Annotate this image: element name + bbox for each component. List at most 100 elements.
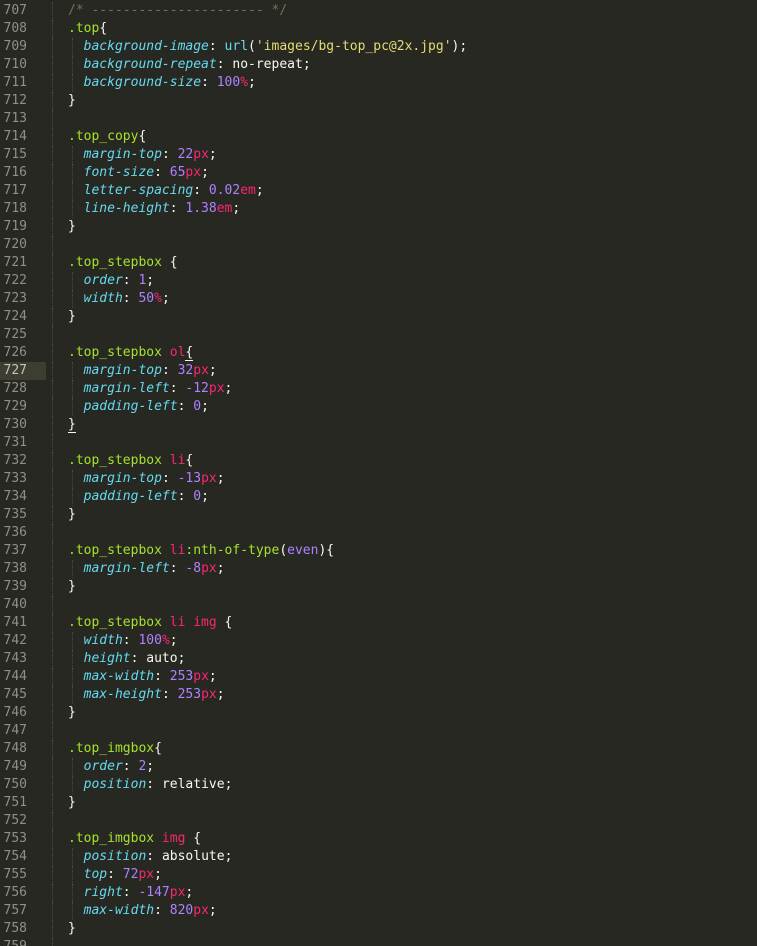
- code-token: {: [185, 453, 194, 468]
- code-token: :: [122, 759, 139, 774]
- code-token: }: [68, 309, 76, 324]
- code-line[interactable]: 711 background-size: 100%;: [0, 74, 757, 92]
- code-line[interactable]: 727 margin-top: 32px;: [0, 362, 757, 380]
- code-line[interactable]: 734 padding-left: 0;: [0, 488, 757, 506]
- code-line[interactable]: 736: [0, 524, 757, 542]
- code-line[interactable]: 710 background-repeat: no-repeat;: [0, 56, 757, 74]
- code-line[interactable]: 723 width: 50%;: [0, 290, 757, 308]
- code-line[interactable]: 750 position: relative;: [0, 776, 757, 794]
- code-line[interactable]: 742 width: 100%;: [0, 632, 757, 650]
- code-line[interactable]: 720: [0, 236, 757, 254]
- code-text: }: [68, 308, 76, 326]
- code-line[interactable]: 756 right: -147px;: [0, 884, 757, 902]
- code-line[interactable]: 719}: [0, 218, 757, 236]
- code-token: %: [154, 291, 162, 306]
- code-token: :nth-of-type: [185, 543, 280, 558]
- code-line[interactable]: 725: [0, 326, 757, 344]
- code-token: :: [146, 777, 162, 792]
- code-token: img: [193, 615, 217, 630]
- code-line[interactable]: 739}: [0, 578, 757, 596]
- code-line[interactable]: 740: [0, 596, 757, 614]
- code-line[interactable]: 744 max-width: 253px;: [0, 668, 757, 686]
- code-token: 22: [177, 147, 194, 162]
- code-line[interactable]: 759: [0, 938, 757, 946]
- code-token: height: [83, 651, 131, 666]
- code-line[interactable]: 746}: [0, 704, 757, 722]
- code-token: px: [201, 471, 217, 486]
- code-line[interactable]: 747: [0, 722, 757, 740]
- code-token: em: [240, 183, 256, 198]
- code-text: padding-left: 0;: [68, 488, 209, 506]
- code-line[interactable]: 732 .top_stepbox li{: [0, 452, 757, 470]
- code-line[interactable]: 738 margin-left: -8px;: [0, 560, 757, 578]
- code-text: .top_stepbox li img {: [68, 614, 232, 632]
- code-line[interactable]: 717 letter-spacing: 0.02em;: [0, 182, 757, 200]
- code-line[interactable]: 716 font-size: 65px;: [0, 164, 757, 182]
- line-number: 723: [3, 291, 27, 306]
- code-text: .top_stepbox {: [68, 254, 178, 272]
- code-line[interactable]: 743 height: auto;: [0, 650, 757, 668]
- code-token: px: [193, 363, 209, 378]
- indent-guide: [52, 614, 53, 632]
- code-line[interactable]: 741 .top_stepbox li img {: [0, 614, 757, 632]
- code-line[interactable]: 708 .top{: [0, 20, 757, 38]
- code-line[interactable]: 726 .top_stepbox ol{: [0, 344, 757, 362]
- code-line[interactable]: 753 .top_imgbox img {: [0, 830, 757, 848]
- indent-guide: [52, 20, 53, 38]
- code-line[interactable]: 755 top: 72px;: [0, 866, 757, 884]
- code-line[interactable]: 749 order: 2;: [0, 758, 757, 776]
- code-token: padding-left: [83, 489, 178, 504]
- code-line[interactable]: 718 line-height: 1.38em;: [0, 200, 757, 218]
- code-token: -13: [177, 471, 202, 486]
- code-line[interactable]: 729 padding-left: 0;: [0, 398, 757, 416]
- code-line[interactable]: 752: [0, 812, 757, 830]
- indent-guide: [52, 560, 53, 578]
- code-line[interactable]: 731: [0, 434, 757, 452]
- code-text: max-width: 253px;: [68, 668, 217, 686]
- code-line[interactable]: 724}: [0, 308, 757, 326]
- code-token: px: [193, 147, 209, 162]
- code-line[interactable]: 757 max-width: 820px;: [0, 902, 757, 920]
- code-token: (: [248, 39, 256, 54]
- code-token: ;: [302, 57, 311, 72]
- indent-guide: [52, 398, 53, 416]
- code-line[interactable]: 722 order: 1;: [0, 272, 757, 290]
- code-line[interactable]: 712}: [0, 92, 757, 110]
- line-number: 720: [3, 237, 27, 252]
- code-line[interactable]: 745 max-height: 253px;: [0, 686, 757, 704]
- code-line[interactable]: 751}: [0, 794, 757, 812]
- code-line[interactable]: 721 .top_stepbox {: [0, 254, 757, 272]
- code-line[interactable]: 713: [0, 110, 757, 128]
- code-token: img: [161, 831, 186, 846]
- code-text: .top_stepbox li:nth-of-type(even){: [68, 542, 334, 560]
- code-line[interactable]: 737 .top_stepbox li:nth-of-type(even){: [0, 542, 757, 560]
- code-token: px: [138, 867, 155, 882]
- code-line[interactable]: 735}: [0, 506, 757, 524]
- code-token: ol: [169, 345, 186, 360]
- code-token: li: [169, 615, 186, 630]
- code-line[interactable]: 709 background-image: url('images/bg-top…: [0, 38, 757, 56]
- line-number: 742: [3, 633, 27, 648]
- code-token: :: [122, 273, 139, 288]
- line-number: 743: [3, 651, 27, 666]
- code-line[interactable]: 715 margin-top: 22px;: [0, 146, 757, 164]
- code-line[interactable]: 728 margin-left: -12px;: [0, 380, 757, 398]
- code-line[interactable]: 758}: [0, 920, 757, 938]
- code-editor[interactable]: 707/* ---------------------- */708 .top{7…: [0, 0, 757, 946]
- code-token: ;: [201, 489, 209, 504]
- code-line[interactable]: 714 .top_copy{: [0, 128, 757, 146]
- code-line[interactable]: 707 /* ---------------------- */: [0, 2, 757, 20]
- indent-guide: [52, 362, 53, 380]
- code-line[interactable]: 730}: [0, 416, 757, 434]
- line-number: 758: [3, 921, 27, 936]
- code-line[interactable]: 748 .top_imgbox{: [0, 740, 757, 758]
- code-token: .top: [68, 21, 100, 36]
- indent-guide: [52, 434, 53, 452]
- code-line[interactable]: 754 position: absolute;: [0, 848, 757, 866]
- code-line[interactable]: 733 margin-top: -13px;: [0, 470, 757, 488]
